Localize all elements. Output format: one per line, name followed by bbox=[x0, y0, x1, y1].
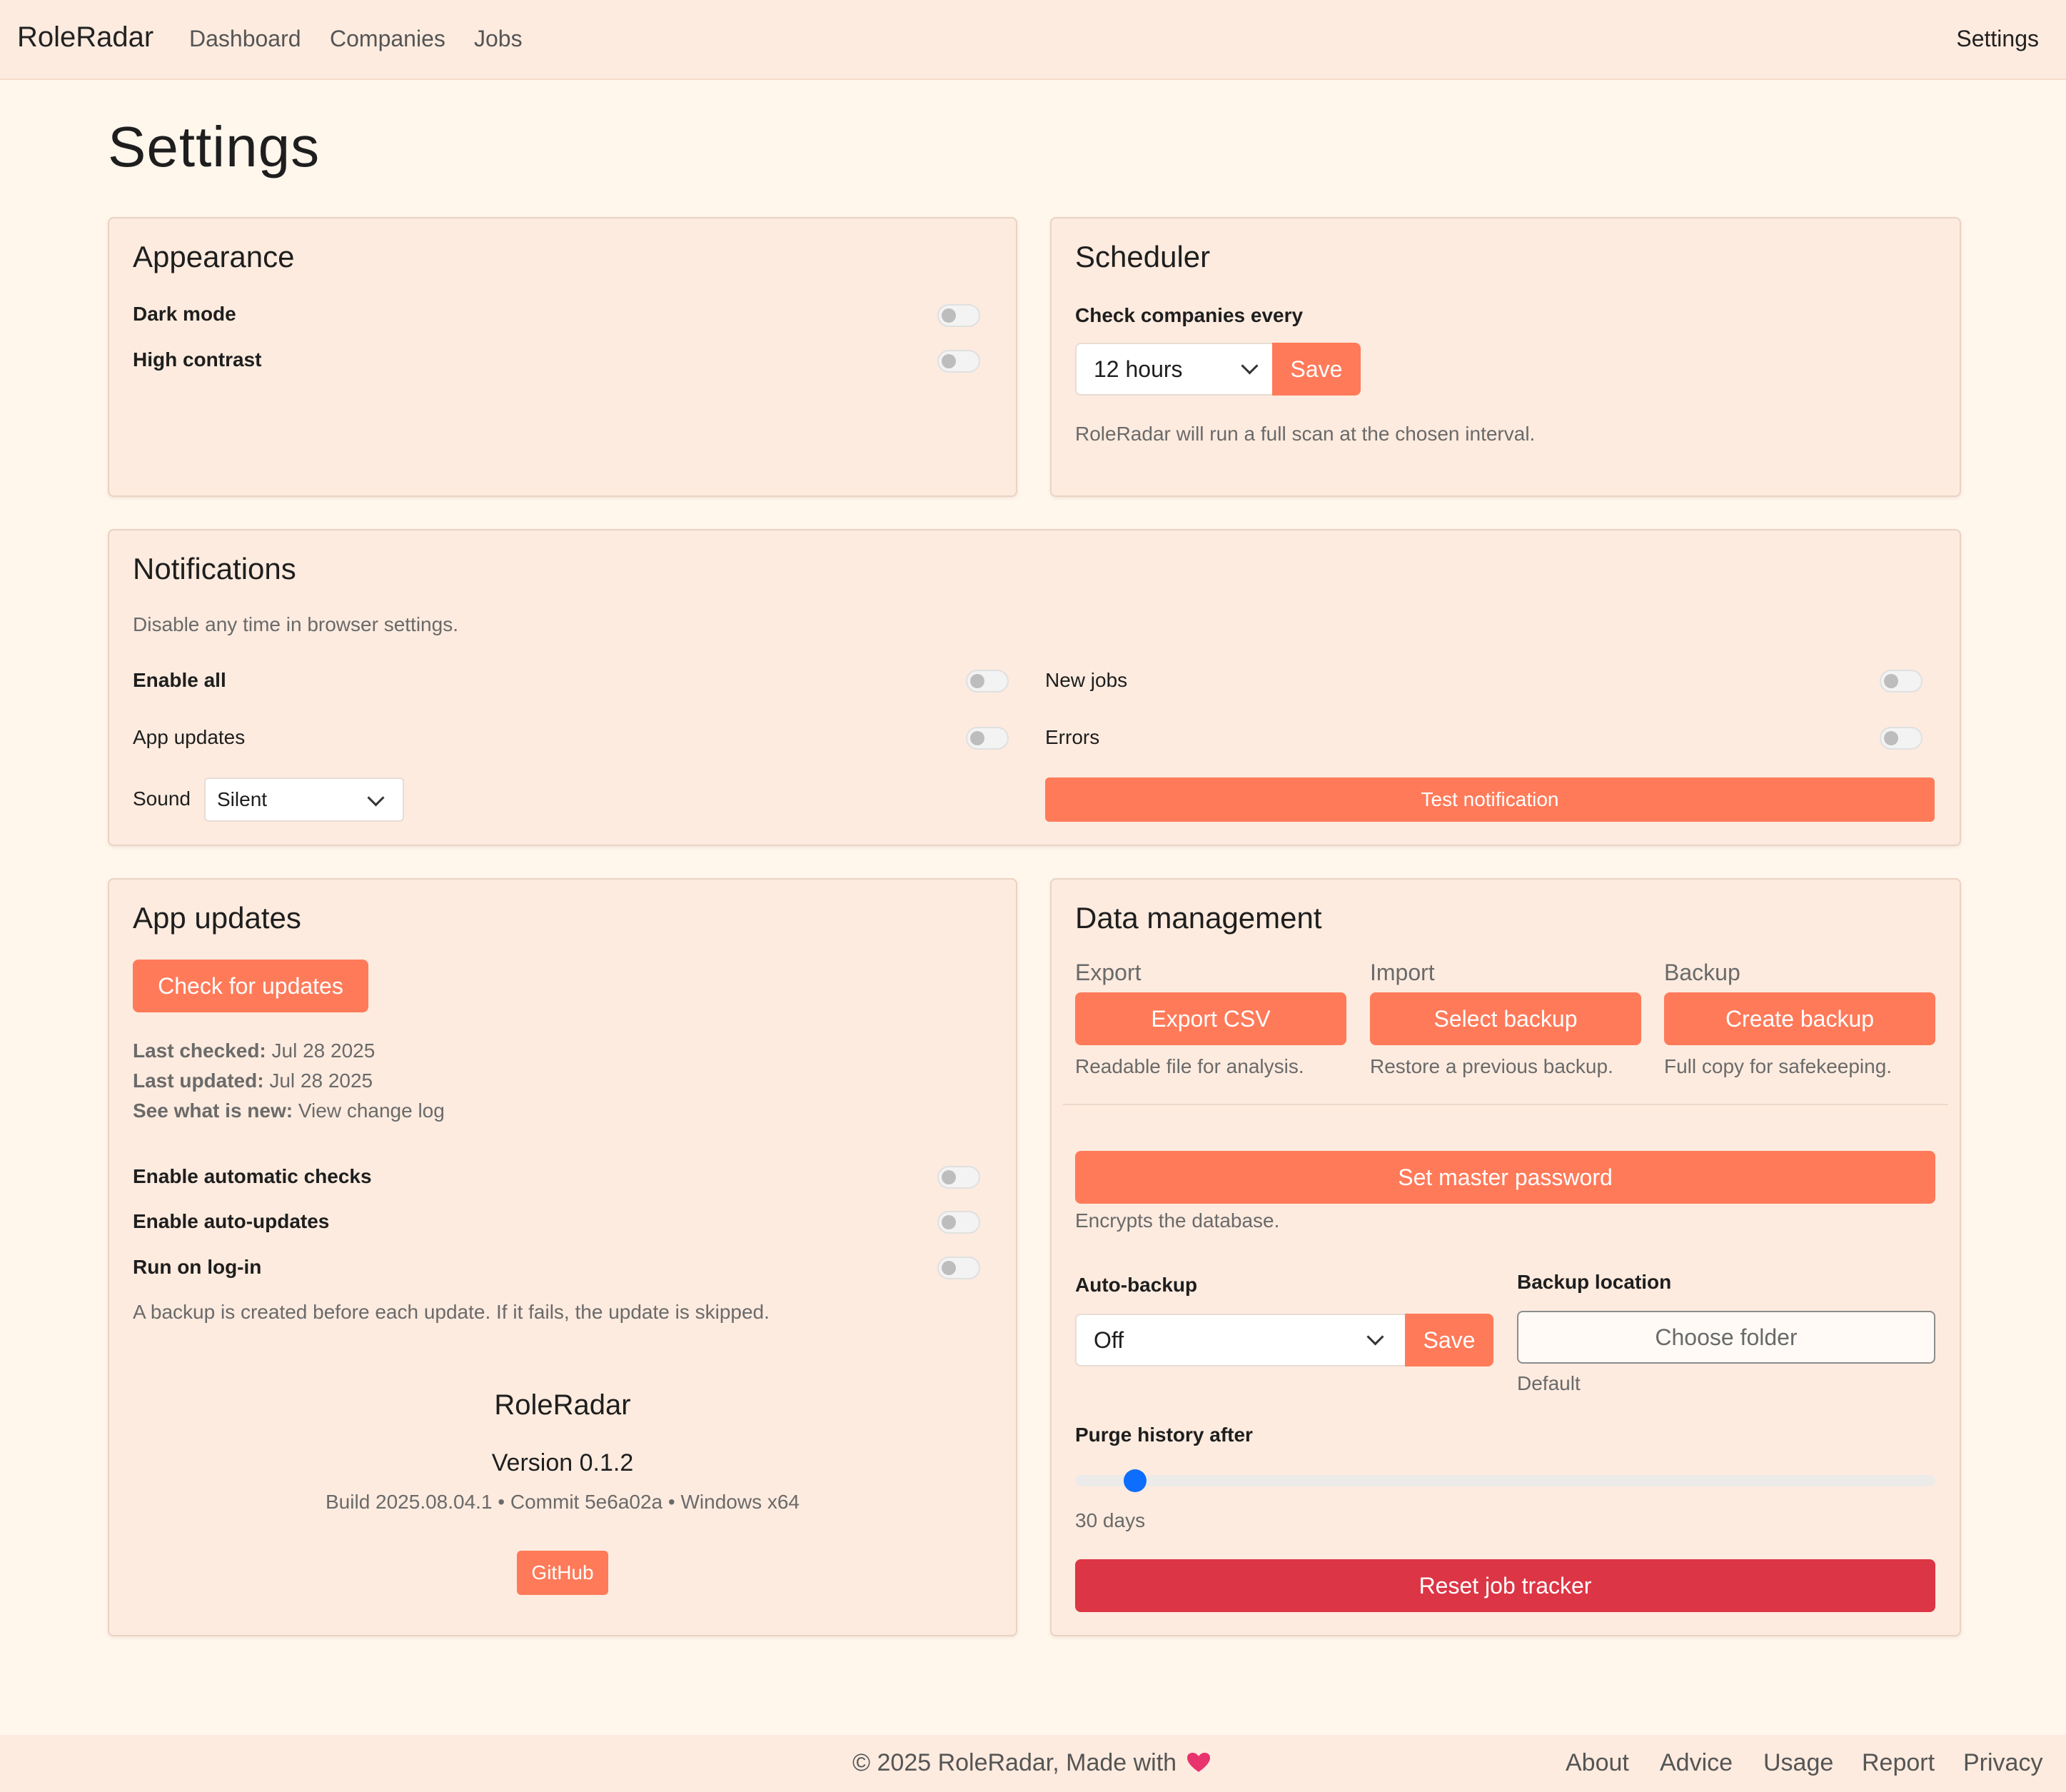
data-management-card: Data management Export Export CSV Readab… bbox=[1050, 878, 1961, 1636]
appearance-title: Appearance bbox=[133, 240, 295, 273]
dark-mode-label: Dark mode bbox=[133, 303, 236, 325]
brand-logo[interactable]: RoleRadar bbox=[17, 21, 153, 54]
errors-label: Errors bbox=[1045, 726, 1100, 748]
high-contrast-toggle[interactable] bbox=[937, 350, 980, 373]
chevron-down-icon bbox=[367, 789, 385, 807]
choose-folder-button[interactable]: Choose folder bbox=[1517, 1311, 1935, 1364]
about-app-name: RoleRadar bbox=[494, 1389, 631, 1421]
section-divider bbox=[1063, 1104, 1948, 1105]
errors-toggle[interactable] bbox=[1880, 727, 1923, 750]
notifications-title: Notifications bbox=[133, 552, 296, 585]
github-button[interactable]: GitHub bbox=[517, 1551, 608, 1595]
nav-jobs[interactable]: Jobs bbox=[474, 26, 523, 52]
footer-copyright: © 2025 RoleRadar, Made with bbox=[852, 1749, 1211, 1777]
run-on-login-toggle[interactable] bbox=[937, 1257, 980, 1279]
sound-label: Sound bbox=[133, 787, 191, 810]
footer-usage[interactable]: Usage bbox=[1763, 1749, 1833, 1777]
about-version: Version 0.1.2 bbox=[491, 1449, 634, 1476]
chevron-down-icon bbox=[1241, 357, 1259, 375]
backup-note: A backup is created before each update. … bbox=[133, 1301, 770, 1323]
heart-icon bbox=[1186, 1753, 1210, 1772]
reset-tracker-button[interactable]: Reset job tracker bbox=[1075, 1559, 1935, 1612]
whats-new-row: See what is new: View change log bbox=[133, 1099, 445, 1122]
check-updates-button[interactable]: Check for updates bbox=[133, 960, 368, 1012]
footer-report[interactable]: Report bbox=[1862, 1749, 1935, 1777]
app-updates-notif-toggle[interactable] bbox=[966, 727, 1009, 750]
interval-select[interactable]: 12 hours bbox=[1075, 343, 1274, 396]
last-checked-row: Last checked: Jul 28 2025 bbox=[133, 1040, 376, 1062]
purge-slider-thumb[interactable] bbox=[1124, 1469, 1147, 1492]
notifications-help: Disable any time in browser settings. bbox=[133, 613, 458, 635]
backup-location-value: Default bbox=[1517, 1372, 1581, 1394]
import-label: Import bbox=[1370, 960, 1435, 985]
sound-select[interactable]: Silent bbox=[204, 777, 404, 822]
new-jobs-label: New jobs bbox=[1045, 669, 1128, 691]
top-navbar: RoleRadar Dashboard Companies Jobs Setti… bbox=[0, 0, 2066, 79]
app-updates-notif-label: App updates bbox=[133, 726, 246, 748]
auto-backup-save-button[interactable]: Save bbox=[1405, 1314, 1493, 1366]
backup-label: Backup bbox=[1664, 960, 1740, 985]
auto-backup-select[interactable]: Off bbox=[1075, 1314, 1406, 1366]
notifications-card: Notifications Disable any time in browse… bbox=[108, 529, 1961, 846]
scheduler-help: RoleRadar will run a full scan at the ch… bbox=[1075, 423, 1536, 445]
chevron-down-icon bbox=[1366, 1328, 1384, 1346]
test-notification-button[interactable]: Test notification bbox=[1045, 777, 1935, 822]
footer-advice[interactable]: Advice bbox=[1660, 1749, 1733, 1777]
scheduler-card: Scheduler Check companies every 12 hours… bbox=[1050, 217, 1961, 497]
backup-location-label: Backup location bbox=[1517, 1271, 1672, 1293]
master-password-button[interactable]: Set master password bbox=[1075, 1151, 1935, 1204]
page-title: Settings bbox=[108, 115, 321, 178]
backup-help: Full copy for safekeeping. bbox=[1664, 1055, 1893, 1077]
auto-updates-label: Enable auto-updates bbox=[133, 1210, 330, 1232]
scheduler-save-button[interactable]: Save bbox=[1272, 343, 1361, 396]
scheduler-label: Check companies every bbox=[1075, 304, 1304, 326]
auto-backup-label: Auto-backup bbox=[1075, 1274, 1198, 1296]
export-help: Readable file for analysis. bbox=[1075, 1055, 1304, 1077]
enable-all-label: Enable all bbox=[133, 669, 226, 691]
change-log-link[interactable]: View change log bbox=[298, 1099, 445, 1122]
appearance-card: Appearance Dark mode High contrast bbox=[108, 217, 1017, 497]
nav-dashboard[interactable]: Dashboard bbox=[189, 26, 301, 52]
purge-label: Purge history after bbox=[1075, 1424, 1253, 1446]
auto-updates-toggle[interactable] bbox=[937, 1211, 980, 1234]
master-password-help: Encrypts the database. bbox=[1075, 1209, 1280, 1232]
export-label: Export bbox=[1075, 960, 1142, 985]
scheduler-title: Scheduler bbox=[1075, 240, 1211, 273]
export-csv-button[interactable]: Export CSV bbox=[1075, 992, 1346, 1045]
high-contrast-label: High contrast bbox=[133, 348, 262, 371]
app-updates-title: App updates bbox=[133, 901, 301, 935]
create-backup-button[interactable]: Create backup bbox=[1664, 992, 1935, 1045]
new-jobs-toggle[interactable] bbox=[1880, 670, 1923, 693]
footer: © 2025 RoleRadar, Made with About Advice… bbox=[0, 1735, 2066, 1792]
import-help: Restore a previous backup. bbox=[1370, 1055, 1613, 1077]
select-backup-button[interactable]: Select backup bbox=[1370, 992, 1641, 1045]
about-build-info: Build 2025.08.04.1 • Commit 5e6a02a • Wi… bbox=[326, 1491, 800, 1513]
data-management-title: Data management bbox=[1075, 901, 1322, 935]
purge-slider-track[interactable] bbox=[1075, 1475, 1935, 1486]
nav-settings[interactable]: Settings bbox=[1956, 26, 2039, 52]
dark-mode-toggle[interactable] bbox=[937, 304, 980, 327]
auto-checks-toggle[interactable] bbox=[937, 1166, 980, 1189]
auto-checks-label: Enable automatic checks bbox=[133, 1165, 372, 1187]
footer-about[interactable]: About bbox=[1566, 1749, 1629, 1777]
app-updates-card: App updates Check for updates Last check… bbox=[108, 878, 1017, 1636]
purge-value: 30 days bbox=[1075, 1509, 1146, 1531]
last-updated-row: Last updated: Jul 28 2025 bbox=[133, 1069, 373, 1092]
enable-all-toggle[interactable] bbox=[966, 670, 1009, 693]
nav-companies[interactable]: Companies bbox=[330, 26, 445, 52]
footer-privacy[interactable]: Privacy bbox=[1963, 1749, 2042, 1777]
run-on-login-label: Run on log-in bbox=[133, 1256, 262, 1278]
